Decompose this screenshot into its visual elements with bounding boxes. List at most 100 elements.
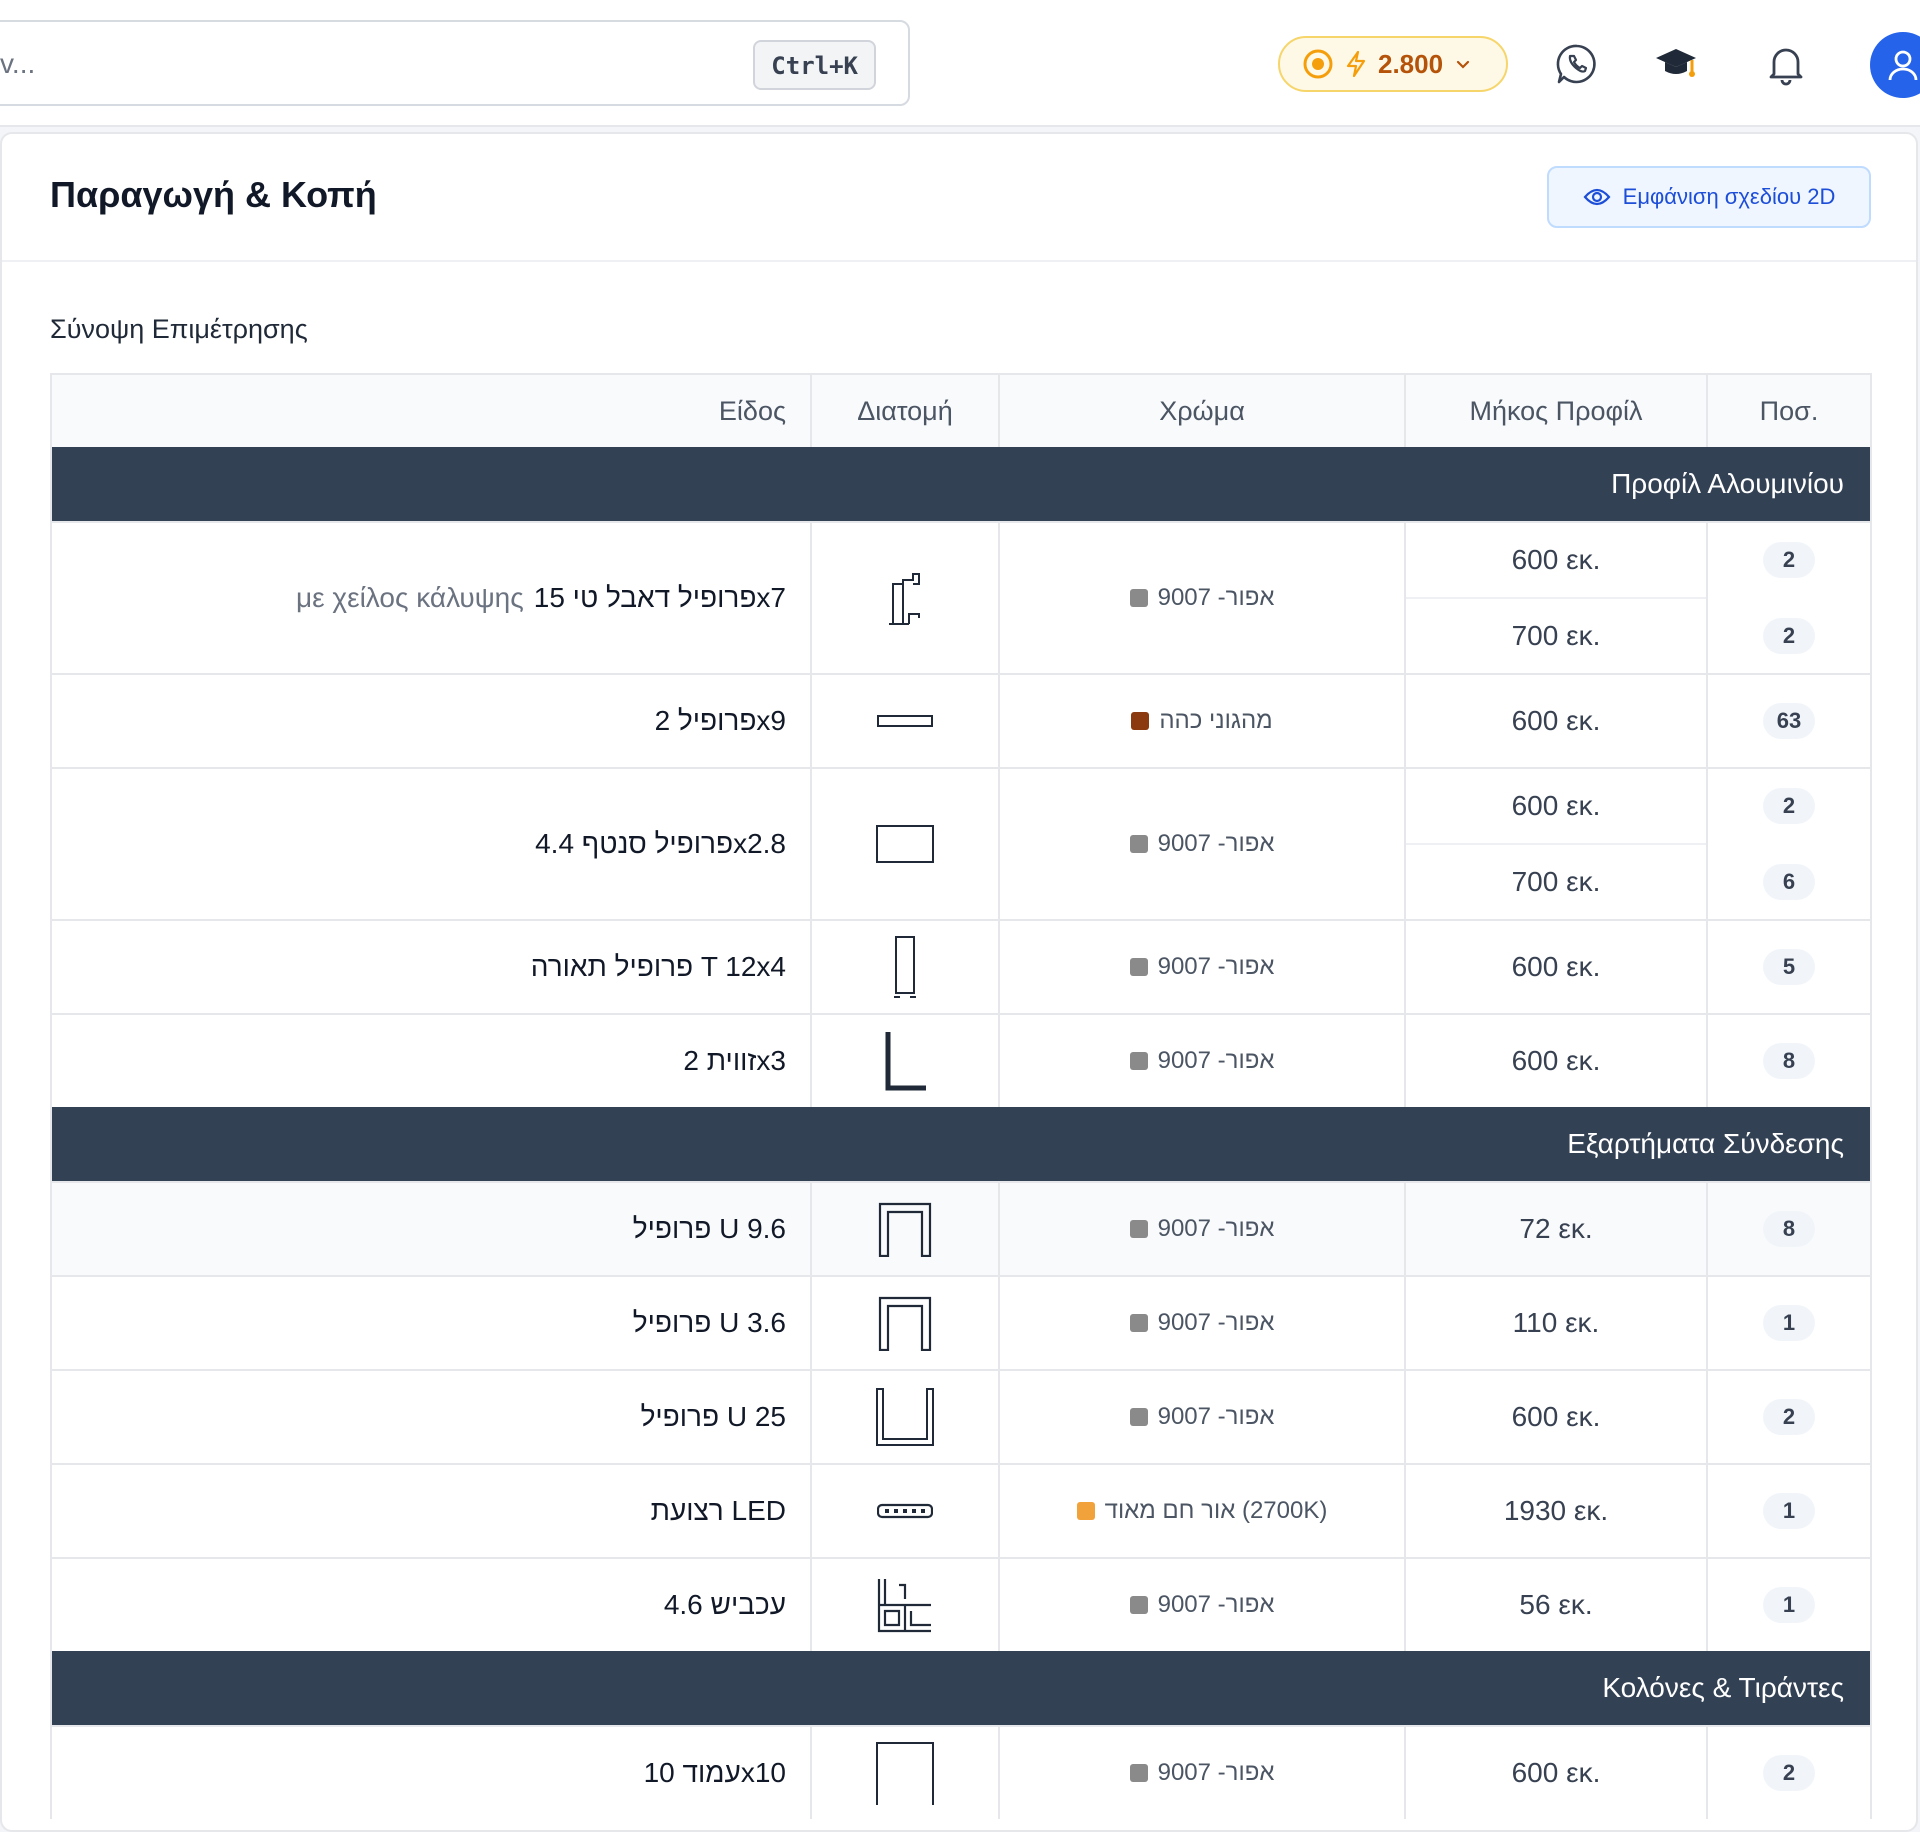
color-cell: אפור- 9007 (1000, 1371, 1406, 1463)
table-row[interactable]: με χείλος κάλυψης פרופיל דאבל טי 15x7 אפור… (52, 521, 1870, 673)
color-swatch (1129, 1764, 1148, 1782)
section-cell (812, 1371, 1000, 1463)
bell-icon[interactable] (1762, 40, 1810, 88)
table-row[interactable]: עכביש 4.6 אפור- 9007 56 εκ. 1 (52, 1557, 1870, 1651)
header-qty[interactable]: Ποσ. (1708, 375, 1870, 447)
shortcut-badge: Ctrl+K (753, 40, 876, 90)
rectangle-profile-icon (876, 825, 934, 863)
item-name: פרופיל U 9.6 (632, 1213, 786, 1244)
table-row[interactable]: פרופיל סנטף 4.4x2.8 אפור- 9007 600 εκ. 700 … (52, 767, 1870, 919)
user-avatar[interactable] (1870, 32, 1920, 98)
length-cell: 600 εκ. 700 εκ. (1406, 523, 1708, 673)
table-row[interactable]: פרופיל 2x9 מהגוני כהה 600 εκ. 63 (52, 673, 1870, 767)
color-label: אפור- 9007 (1157, 1309, 1275, 1336)
section-cell (812, 1015, 1000, 1107)
color-swatch (1129, 835, 1148, 853)
group-title: Εξαρτήματα Σύνδεσης (1567, 1128, 1844, 1159)
item-cell: רצועת LED (52, 1465, 812, 1557)
color-label: אור חם מאוד (2700K) (1104, 1497, 1328, 1524)
section-cell (812, 523, 1000, 673)
color-swatch (1076, 1502, 1095, 1520)
item-name: זווית 2x3 (683, 1045, 786, 1076)
user-icon (1888, 50, 1918, 81)
u-profile-icon (877, 1295, 933, 1351)
color-label: מהגוני כהה (1159, 707, 1273, 734)
top-bar: v... Ctrl+K 2.800 (0, 0, 1920, 127)
color-cell: אפור- 9007 (1000, 769, 1406, 919)
u-wide-profile-icon (875, 1388, 935, 1446)
item-cell: זווית 2x3 (52, 1015, 812, 1107)
group-title: Προφίλ Αλουμινίου (1611, 468, 1844, 499)
qty-cell: 22 (1708, 523, 1870, 673)
qty-badge: 63 (1763, 703, 1815, 739)
length-cell: 600 εκ. (1406, 1015, 1708, 1107)
item-note: με χείλος κάλυψης (296, 582, 524, 613)
color-label: אפור- 9007 (1157, 830, 1275, 857)
color-swatch (1129, 1314, 1148, 1332)
color-label: אפור- 9007 (1157, 1215, 1275, 1242)
qty-badge: 1 (1763, 1587, 1815, 1623)
table-row[interactable]: פרופיל תאורה T 12x4 אפור- 9007 600 εκ. 5 (52, 919, 1870, 1013)
page-title: Παραγωγή & Κοπή (50, 174, 377, 215)
length-value: 600 εκ. (1511, 1757, 1601, 1788)
item-name: פרופיל U 25 (640, 1401, 786, 1432)
color-cell: מהגוני כהה (1000, 675, 1406, 767)
group-header-row: Κολόνες & Τιράντες (52, 1651, 1870, 1725)
whatsapp-icon[interactable] (1553, 40, 1601, 88)
item-cell: עמוד 10x10 (52, 1727, 812, 1819)
section-title: Σύνοψη Επιμέτρησης (50, 314, 308, 344)
length-cell: 1930 εκ. (1406, 1465, 1708, 1557)
header-item[interactable]: Είδος (52, 375, 812, 447)
qty-cell: 26 (1708, 769, 1870, 919)
item-name: רצועת LED (650, 1495, 786, 1526)
header-length[interactable]: Μήκος Προφίλ (1406, 375, 1708, 447)
item-cell: פרופיל U 25 (52, 1371, 812, 1463)
qty-badge: 8 (1763, 1043, 1815, 1079)
color-cell: אפור- 9007 (1000, 1183, 1406, 1275)
item-cell: עכביש 4.6 (52, 1559, 812, 1651)
item-name: פרופיל תאורה T 12x4 (530, 951, 786, 982)
qty-cell: 5 (1708, 921, 1870, 1013)
spider-connector-icon (877, 1577, 933, 1633)
item-name: עמוד 10x10 (643, 1757, 786, 1788)
color-cell: אור חם מאוד (2700K) (1000, 1465, 1406, 1557)
table-row[interactable]: פרופיל U 9.6 אפור- 9007 72 εκ. 8 (52, 1181, 1870, 1275)
qty-cell: 1 (1708, 1465, 1870, 1557)
qty-badge: 1 (1763, 1493, 1815, 1529)
table-row[interactable]: פרופיל U 25 אפור- 9007 600 εκ. 2 (52, 1369, 1870, 1463)
qty-badge: 2 (1763, 618, 1815, 654)
qty-cell: 63 (1708, 675, 1870, 767)
qty-badge: 8 (1763, 1211, 1815, 1247)
color-cell: אפור- 9007 (1000, 1727, 1406, 1819)
graduation-cap-icon[interactable] (1652, 40, 1700, 88)
color-swatch (1129, 1596, 1148, 1614)
coin-icon (1303, 49, 1333, 79)
item-name: פרופיל סנטף 4.4x2.8 (535, 828, 786, 859)
length-cell: 72 εκ. (1406, 1183, 1708, 1275)
length-value: 600 εκ. (1511, 1401, 1601, 1432)
header-color[interactable]: Χρώμα (1000, 375, 1406, 447)
table-row[interactable]: פרופיל U 3.6 אפור- 9007 110 εκ. 1 (52, 1275, 1870, 1369)
item-cell: με χείλος κάλυψης פרופיל דאבל טי 15x7 (52, 523, 812, 673)
table-row[interactable]: עמוד 10x10 אפור- 9007 600 εκ. 2 (52, 1725, 1870, 1819)
item-name: פרופיל U 3.6 (632, 1307, 786, 1338)
item-name: פרופיל 2x9 (654, 705, 786, 736)
length-value: 56 εκ. (1519, 1589, 1593, 1620)
search-input[interactable]: v... Ctrl+K (0, 20, 910, 106)
item-cell: פרופיל U 9.6 (52, 1183, 812, 1275)
section-cell (812, 1559, 1000, 1651)
length-value: 1930 εκ. (1503, 1495, 1609, 1526)
section-cell (812, 1183, 1000, 1275)
header-section[interactable]: Διατομή (812, 375, 1000, 447)
length-value: 600 εκ. (1511, 1045, 1601, 1076)
credits-button[interactable]: 2.800 (1278, 36, 1508, 92)
item-cell: פרופיל סנטף 4.4x2.8 (52, 769, 812, 919)
view-2d-button[interactable]: Εμφάνιση σχεδίου 2D (1547, 166, 1871, 228)
section-cell (812, 769, 1000, 919)
table-row[interactable]: רצועת LED אור חם מאוד (2700K) 1930 εκ. 1 (52, 1463, 1870, 1557)
qty-cell: 1 (1708, 1277, 1870, 1369)
length-cell: 600 εκ. 700 εκ. (1406, 769, 1708, 919)
table-row[interactable]: זווית 2x3 אפור- 9007 600 εκ. 8 (52, 1013, 1870, 1107)
length-cell: 600 εκ. (1406, 675, 1708, 767)
length-cell: 600 εκ. (1406, 1371, 1708, 1463)
